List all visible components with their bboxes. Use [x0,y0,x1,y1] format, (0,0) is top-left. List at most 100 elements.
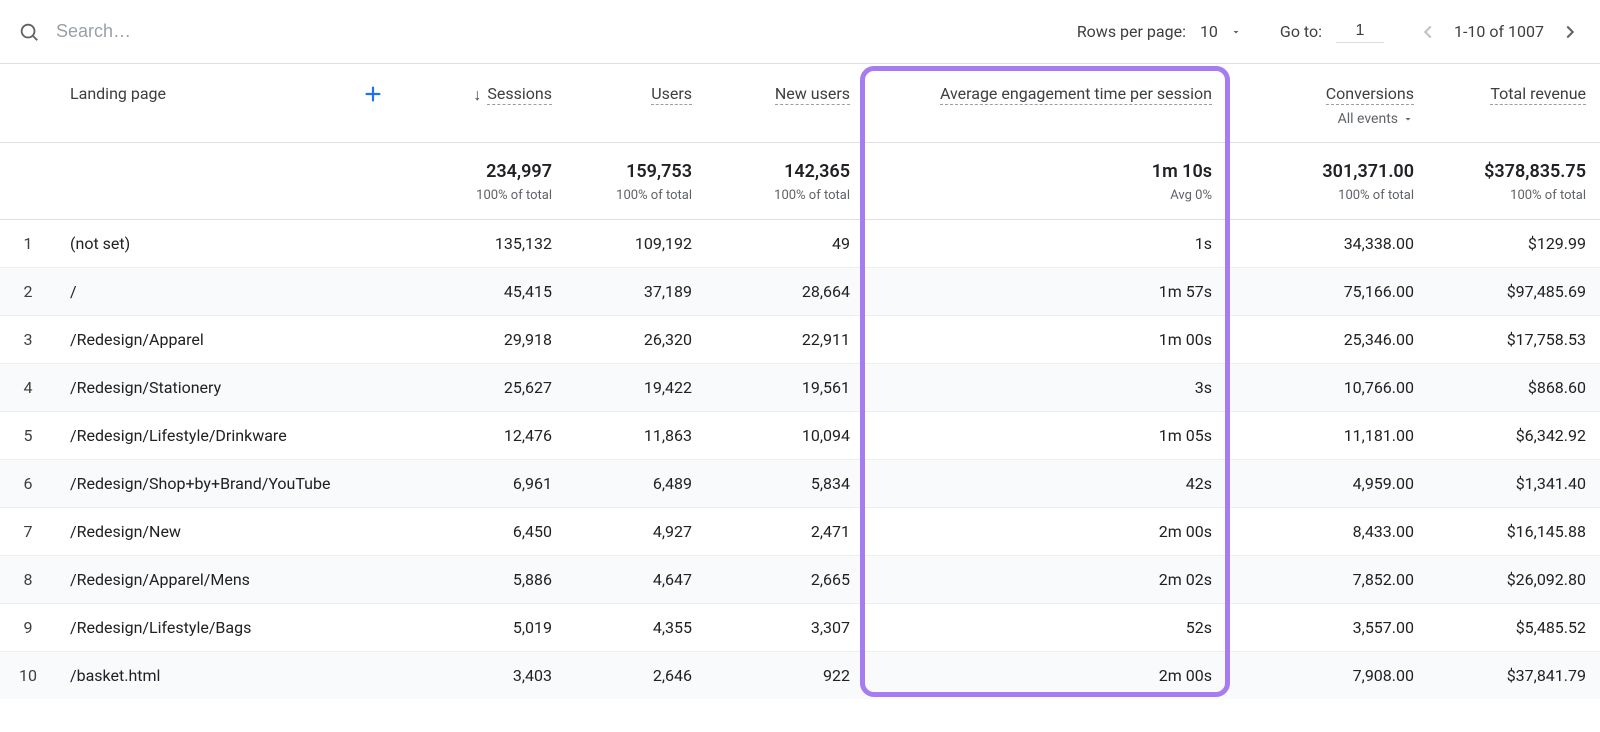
cell-new-users: 19,561 [706,363,864,411]
cell-users: 109,192 [566,219,706,267]
landing-page[interactable]: /Redesign/Stationery [56,363,398,411]
row-index: 9 [0,603,56,651]
landing-page[interactable]: /Redesign/Apparel/Mens [56,555,398,603]
header-users[interactable]: Users [566,64,706,142]
header-conversions[interactable]: Conversions All events [1226,64,1428,142]
rows-per-page-label: Rows per page: [1077,22,1186,41]
cell-avg-time: 2m 00s [864,507,1226,555]
cell-sessions: 45,415 [398,267,566,315]
add-dimension-button[interactable] [362,82,384,110]
summary-revenue-pct: 100% of total [1442,188,1586,203]
cell-new-users: 22,911 [706,315,864,363]
cell-new-users: 5,834 [706,459,864,507]
cell-revenue: $37,841.79 [1428,651,1600,699]
cell-avg-time: 2m 00s [864,651,1226,699]
cell-conversions: 34,338.00 [1226,219,1428,267]
goto-input[interactable] [1336,20,1384,43]
cell-avg-time: 1m 00s [864,315,1226,363]
row-index: 8 [0,555,56,603]
landing-page[interactable]: /basket.html [56,651,398,699]
cell-sessions: 25,627 [398,363,566,411]
cell-avg-time: 1m 57s [864,267,1226,315]
conversions-event-label: All events [1338,111,1398,127]
rows-per-page-select[interactable]: 10 [1200,20,1248,44]
table-row[interactable]: 4/Redesign/Stationery25,62719,42219,5613… [0,363,1600,411]
table-row[interactable]: 8/Redesign/Apparel/Mens5,8864,6472,6652m… [0,555,1600,603]
cell-conversions: 11,181.00 [1226,411,1428,459]
cell-revenue: $16,145.88 [1428,507,1600,555]
cell-users: 11,863 [566,411,706,459]
cell-users: 4,647 [566,555,706,603]
cell-revenue: $868.60 [1428,363,1600,411]
cell-new-users: 2,665 [706,555,864,603]
goto-page: Go to: [1280,20,1384,43]
header-sessions[interactable]: ↓Sessions [398,64,566,142]
header-users-label: Users [651,84,692,105]
cell-sessions: 5,886 [398,555,566,603]
cell-revenue: $6,342.92 [1428,411,1600,459]
summary-sessions: 234,997 [412,161,552,182]
header-dimension-label: Landing page [70,84,166,103]
summary-users: 159,753 [580,161,692,182]
cell-new-users: 2,471 [706,507,864,555]
table-row[interactable]: 2/45,41537,18928,6641m 57s75,166.00$97,4… [0,267,1600,315]
cell-revenue: $1,341.40 [1428,459,1600,507]
row-index: 2 [0,267,56,315]
cell-new-users: 49 [706,219,864,267]
cell-sessions: 6,450 [398,507,566,555]
row-index: 5 [0,411,56,459]
landing-page[interactable]: / [56,267,398,315]
header-avg-engagement-time[interactable]: Average engagement time per session [864,64,1226,142]
landing-page[interactable]: /Redesign/Lifestyle/Drinkware [56,411,398,459]
pager-controls: 1-10 of 1007 [1416,20,1582,44]
table-row[interactable]: 10/basket.html3,4032,6469222m 00s7,908.0… [0,651,1600,699]
summary-new-users-pct: 100% of total [720,188,850,203]
cell-new-users: 3,307 [706,603,864,651]
landing-page[interactable]: /Redesign/Shop+by+Brand/YouTube [56,459,398,507]
page-range: 1-10 of 1007 [1454,22,1544,41]
cell-sessions: 3,403 [398,651,566,699]
rows-per-page: Rows per page: 10 [1077,20,1248,44]
cell-users: 2,646 [566,651,706,699]
table-row[interactable]: 9/Redesign/Lifestyle/Bags5,0194,3553,307… [0,603,1600,651]
report-table: Landing page ↓Sessions Users New users A… [0,64,1600,699]
landing-page[interactable]: /Redesign/Lifestyle/Bags [56,603,398,651]
cell-conversions: 7,908.00 [1226,651,1428,699]
table-row[interactable]: 1(not set)135,132109,192491s34,338.00$12… [0,219,1600,267]
header-sessions-label: Sessions [487,84,552,105]
cell-avg-time: 3s [864,363,1226,411]
summary-revenue: $378,835.75 [1442,161,1586,182]
summary-conversions: 301,371.00 [1240,161,1414,182]
header-total-revenue[interactable]: Total revenue [1428,64,1600,142]
landing-page[interactable]: (not set) [56,219,398,267]
next-page-button[interactable] [1558,20,1582,44]
table-row[interactable]: 5/Redesign/Lifestyle/Drinkware12,47611,8… [0,411,1600,459]
header-new-users[interactable]: New users [706,64,864,142]
table-row[interactable]: 7/Redesign/New6,4504,9272,4712m 00s8,433… [0,507,1600,555]
summary-row: 234,997 100% of total 159,753 100% of tota… [0,142,1600,219]
table-row[interactable]: 6/Redesign/Shop+by+Brand/YouTube6,9616,4… [0,459,1600,507]
table-row[interactable]: 3/Redesign/Apparel29,91826,32022,9111m 0… [0,315,1600,363]
cell-users: 4,927 [566,507,706,555]
header-conversions-label: Conversions [1326,84,1414,105]
cell-new-users: 28,664 [706,267,864,315]
cell-users: 19,422 [566,363,706,411]
search-input[interactable] [54,20,314,43]
row-index: 7 [0,507,56,555]
row-index: 4 [0,363,56,411]
cell-avg-time: 2m 02s [864,555,1226,603]
table-pager: Rows per page: 10 Go to: 1-10 of 1007 [1077,20,1582,44]
cell-new-users: 10,094 [706,411,864,459]
landing-page[interactable]: /Redesign/New [56,507,398,555]
search-bar[interactable] [18,20,1077,43]
cell-conversions: 75,166.00 [1226,267,1428,315]
cell-conversions: 10,766.00 [1226,363,1428,411]
conversions-event-select[interactable]: All events [1240,111,1414,127]
cell-revenue: $17,758.53 [1428,315,1600,363]
header-dimension[interactable]: Landing page [56,64,398,142]
cell-new-users: 922 [706,651,864,699]
table-header-row: Landing page ↓Sessions Users New users A… [0,64,1600,142]
toolbar: Rows per page: 10 Go to: 1-10 of 1007 [0,0,1600,64]
prev-page-button[interactable] [1416,20,1440,44]
landing-page[interactable]: /Redesign/Apparel [56,315,398,363]
